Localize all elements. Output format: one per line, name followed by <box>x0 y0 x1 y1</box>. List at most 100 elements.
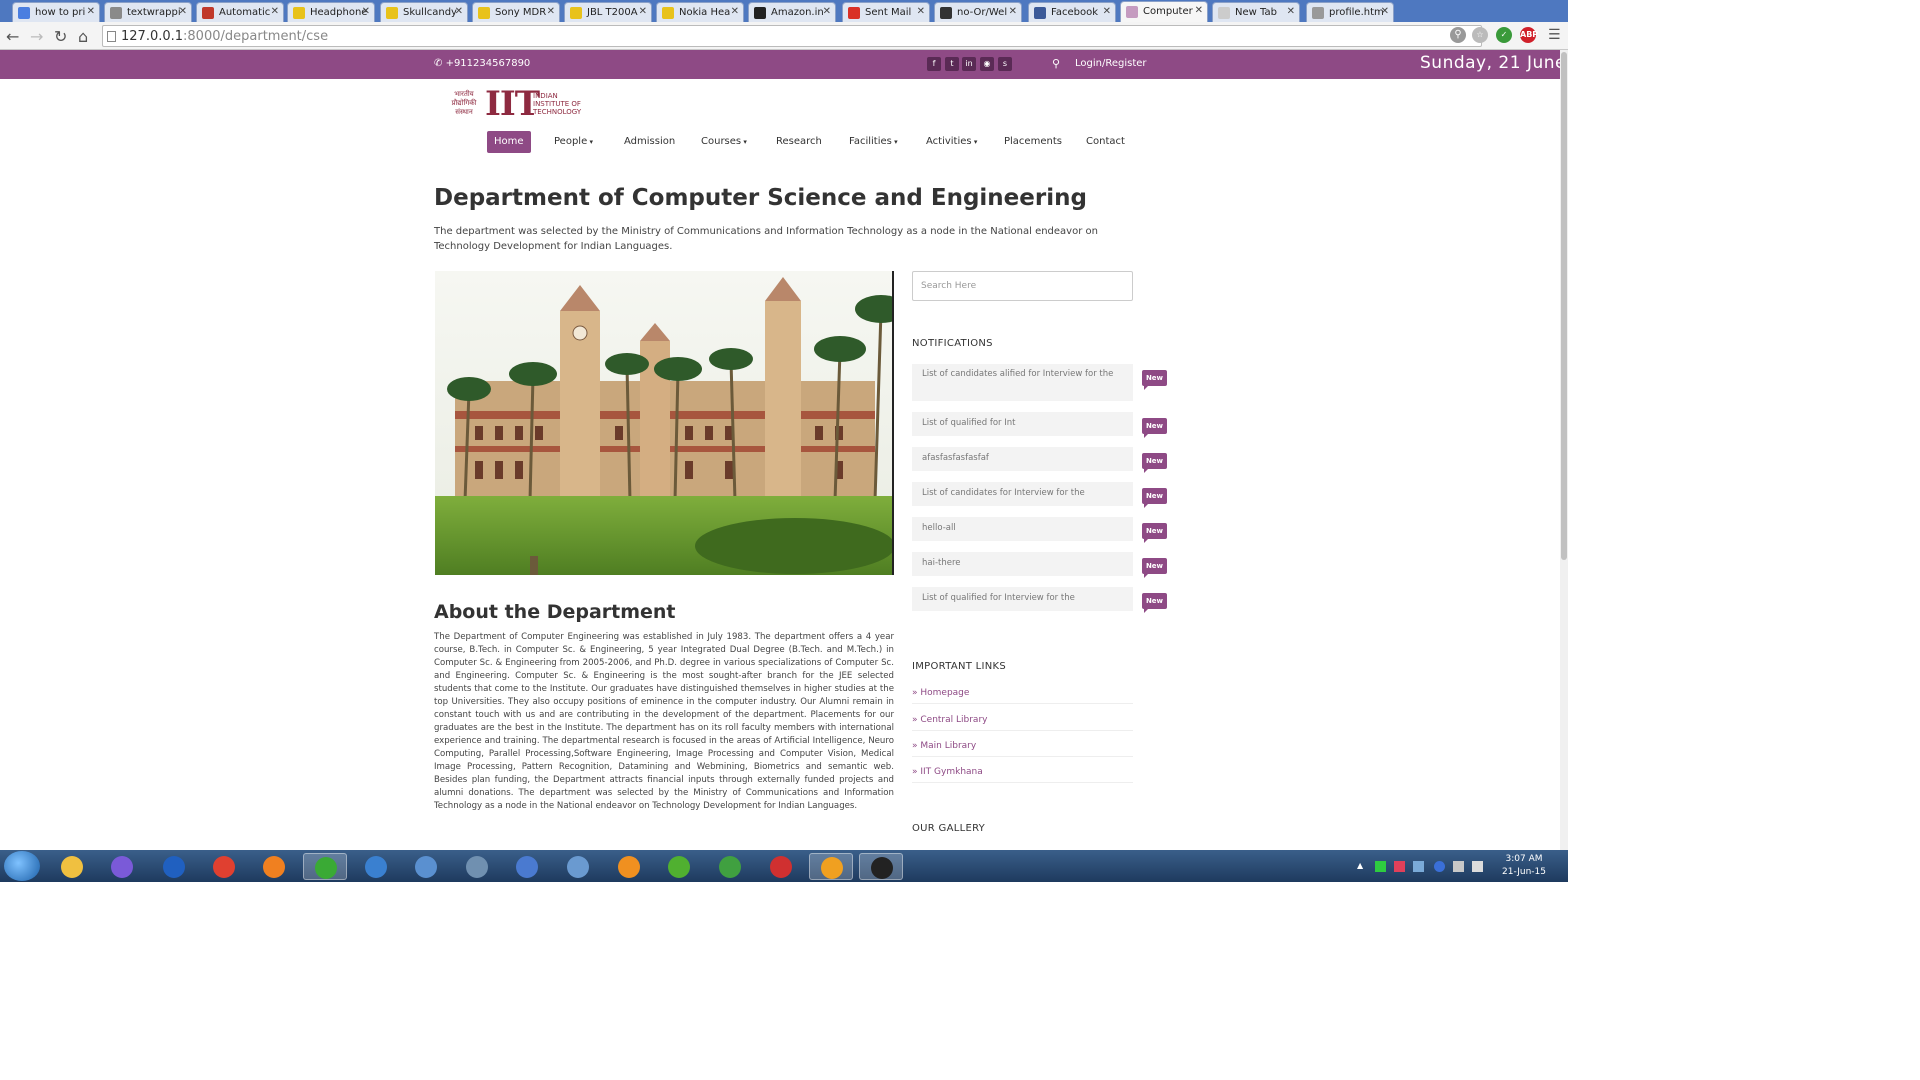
scrollbar-thumb[interactable] <box>1561 52 1567 560</box>
login-register-link[interactable]: Login/Register <box>1075 58 1147 69</box>
tab-close-icon[interactable]: ✕ <box>1009 6 1017 17</box>
notification-item[interactable]: List of candidates alified for Interview… <box>912 364 1133 401</box>
browser-tab[interactable]: how to pri ✕ <box>12 2 100 22</box>
skype-icon[interactable]: s <box>998 57 1012 71</box>
tab-close-icon[interactable]: ✕ <box>362 6 370 17</box>
adblock-icon[interactable]: ABP <box>1520 27 1538 43</box>
tab-close-icon[interactable]: ✕ <box>1287 6 1295 17</box>
facebook-icon[interactable]: f <box>927 57 941 71</box>
nav-item-placements[interactable]: Placements <box>997 131 1069 153</box>
department-building-image <box>435 271 894 575</box>
notification-item[interactable]: hello-all <box>912 517 1133 541</box>
address-bar[interactable]: 127.0.0.1:8000/department/cse <box>102 25 1482 47</box>
tab-close-icon[interactable]: ✕ <box>1381 6 1389 17</box>
firefox-icon[interactable] <box>252 853 296 880</box>
back-icon[interactable]: ← <box>6 27 19 46</box>
browser-tab[interactable]: Headphone ✕ <box>287 2 375 22</box>
tab-close-icon[interactable]: ✕ <box>547 6 555 17</box>
nav-item-people[interactable]: People ▾ <box>547 131 600 153</box>
tab-close-icon[interactable]: ✕ <box>1103 6 1111 17</box>
star-icon[interactable]: ☆ <box>1472 27 1488 43</box>
nav-item-courses[interactable]: Courses ▾ <box>694 131 754 153</box>
tray-expand-icon[interactable]: ▲ <box>1357 861 1368 872</box>
vlc-icon[interactable] <box>607 853 651 880</box>
important-link[interactable]: » IIT Gymkhana <box>912 767 1133 783</box>
settings-app-icon[interactable] <box>759 853 803 880</box>
browser-tab[interactable]: Automatic ✕ <box>196 2 284 22</box>
tab-close-icon[interactable]: ✕ <box>823 6 831 17</box>
tray-app-icon[interactable] <box>1375 861 1386 872</box>
tab-close-icon[interactable]: ✕ <box>917 6 925 17</box>
home-icon[interactable]: ⌂ <box>78 27 88 46</box>
browser-tab[interactable]: New Tab ✕ <box>1212 2 1300 22</box>
tab-close-icon[interactable]: ✕ <box>179 6 187 17</box>
browser-tab[interactable]: Amazon.in ✕ <box>748 2 836 22</box>
nav-item-admission[interactable]: Admission <box>617 131 682 153</box>
tab-close-icon[interactable]: ✕ <box>639 6 647 17</box>
browser-tab[interactable]: Nokia Hea ✕ <box>656 2 744 22</box>
forward-icon[interactable]: → <box>30 27 43 46</box>
search-icon[interactable]: ⚲ <box>1450 27 1466 43</box>
browser-tab[interactable]: Sent Mail ✕ <box>842 2 930 22</box>
browser-tab[interactable]: Computer ✕ <box>1120 1 1208 22</box>
network-app-icon[interactable] <box>354 853 398 880</box>
ccleaner-icon[interactable] <box>152 853 196 880</box>
explorer-icon[interactable] <box>50 853 94 880</box>
tool-icon[interactable] <box>505 853 549 880</box>
dribbble-icon[interactable]: ◉ <box>980 57 994 71</box>
tab-close-icon[interactable]: ✕ <box>271 6 279 17</box>
globe-icon[interactable] <box>708 853 752 880</box>
important-link[interactable]: » Homepage <box>912 688 1133 704</box>
linkedin-icon[interactable]: in <box>962 57 976 71</box>
utorrent-icon[interactable] <box>657 853 701 880</box>
browser-tab[interactable]: JBL T200A ✕ <box>564 2 652 22</box>
chrome-icon[interactable] <box>303 853 347 880</box>
browser-tab[interactable]: textwrappi ✕ <box>104 2 192 22</box>
visual-studio-icon[interactable] <box>100 853 144 880</box>
nav-item-research[interactable]: Research <box>769 131 829 153</box>
nav-item-facilities[interactable]: Facilities ▾ <box>842 131 905 153</box>
notification-item[interactable]: List of qualified for Int <box>912 412 1133 436</box>
sublime-icon[interactable] <box>809 853 853 880</box>
screen-icon[interactable] <box>455 853 499 880</box>
search-placeholder: Search Here <box>921 281 977 291</box>
notification-item[interactable]: List of qualified for Interview for the <box>912 587 1133 611</box>
tab-close-icon[interactable]: ✕ <box>1195 5 1203 16</box>
notification-item[interactable]: List of candidates for Interview for the <box>912 482 1133 506</box>
tray-network-icon[interactable] <box>1413 861 1424 872</box>
browser-tab[interactable]: Sony MDR ✕ <box>472 2 560 22</box>
important-link[interactable]: » Main Library <box>912 741 1133 757</box>
search-icon[interactable]: ⚲ <box>1052 57 1060 70</box>
nav-item-activities[interactable]: Activities ▾ <box>919 131 984 153</box>
tab-label: Sony MDR <box>495 7 547 18</box>
notification-item[interactable]: afasfasfasfasfaf <box>912 447 1133 471</box>
tray-app-icon[interactable] <box>1394 861 1405 872</box>
tab-label: textwrappi <box>127 7 181 18</box>
important-link[interactable]: » Central Library <box>912 715 1133 731</box>
bluetooth-icon[interactable] <box>1434 861 1445 872</box>
browser-tab[interactable]: Facebook ✕ <box>1028 2 1116 22</box>
volume-icon[interactable] <box>1472 861 1483 872</box>
reload-icon[interactable]: ↻ <box>54 27 67 46</box>
browser-tab[interactable]: no-Or/Wel ✕ <box>934 2 1022 22</box>
windows-media-icon[interactable] <box>202 853 246 880</box>
nav-item-home[interactable]: Home <box>487 131 531 153</box>
start-button[interactable] <box>4 851 40 881</box>
search-input[interactable]: Search Here <box>912 271 1133 301</box>
browser-tab[interactable]: Skullcandy ✕ <box>380 2 468 22</box>
browser-tab[interactable]: profile.htm ✕ <box>1306 2 1394 22</box>
menu-icon[interactable]: ☰ <box>1548 27 1561 43</box>
remote-desktop-icon[interactable] <box>404 853 448 880</box>
tab-close-icon[interactable]: ✕ <box>731 6 739 17</box>
terminal-icon[interactable] <box>859 853 903 880</box>
tab-close-icon[interactable]: ✕ <box>455 6 463 17</box>
nav-item-contact[interactable]: Contact <box>1079 131 1132 153</box>
taskbar-clock[interactable]: 3:07 AM 21-Jun-15 <box>1502 853 1546 879</box>
iit-logo[interactable]: भारतीय प्रौद्योगिकी संस्थान IIT INDIAN I… <box>445 84 585 124</box>
tray-flag-icon[interactable] <box>1453 861 1464 872</box>
tab-close-icon[interactable]: ✕ <box>87 6 95 17</box>
notification-item[interactable]: hai-there <box>912 552 1133 576</box>
disk-icon[interactable] <box>556 853 600 880</box>
twitter-icon[interactable]: t <box>945 57 959 71</box>
shield-extension-icon[interactable]: ✓ <box>1496 27 1512 43</box>
